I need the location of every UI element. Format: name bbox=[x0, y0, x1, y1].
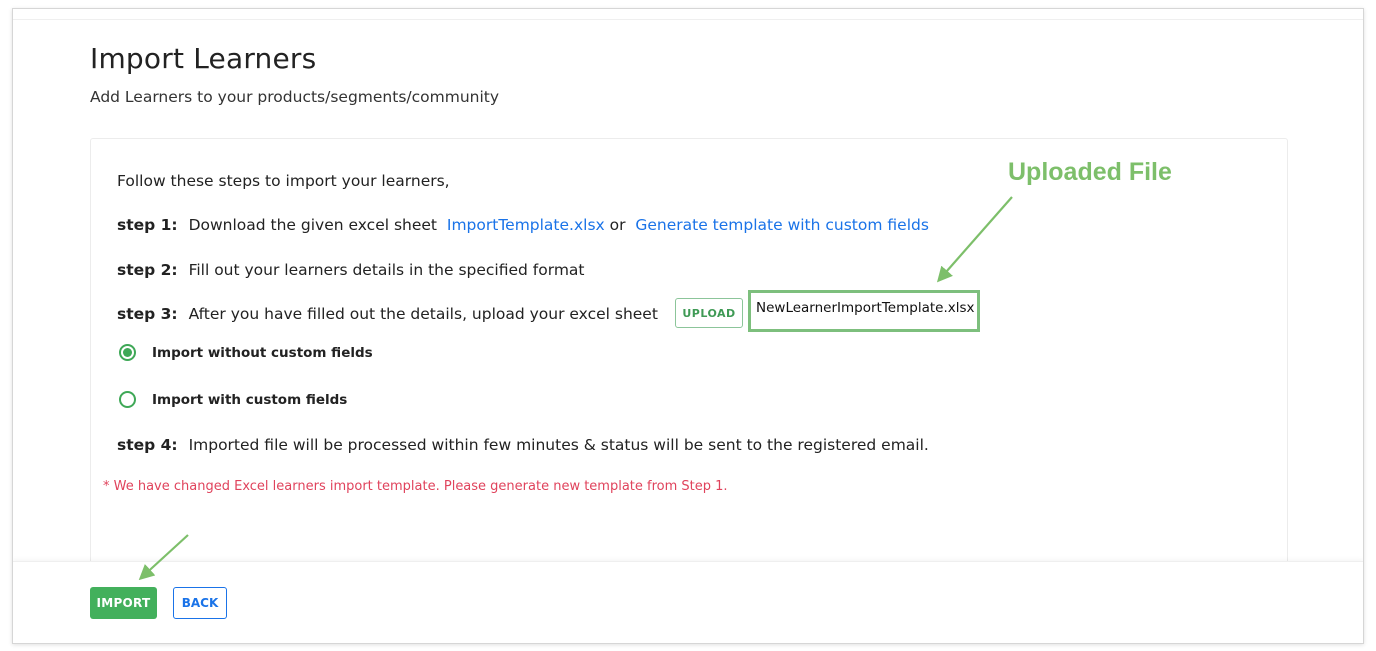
import-template-link[interactable]: ImportTemplate.xlsx bbox=[447, 216, 605, 234]
radio-label-with-custom: Import with custom fields bbox=[152, 391, 348, 408]
page-title: Import Learners bbox=[90, 42, 317, 75]
step-4: step 4: Imported file will be processed … bbox=[117, 436, 929, 454]
page-subtitle: Add Learners to your products/segments/c… bbox=[90, 88, 500, 106]
uploaded-filename-text: NewLearnerImportTemplate.xlsx bbox=[756, 300, 975, 316]
step-1-label: step 1: bbox=[117, 216, 178, 234]
radio-unselected-icon[interactable] bbox=[119, 391, 136, 408]
generate-custom-template-link[interactable]: Generate template with custom fields bbox=[635, 216, 929, 234]
uploaded-filename: NewLearnerImportTemplate.xlsx bbox=[748, 290, 980, 332]
step-3-label: step 3: bbox=[117, 305, 178, 323]
step-2: step 2: Fill out your learners details i… bbox=[117, 261, 585, 279]
upload-button[interactable]: UPLOAD bbox=[675, 298, 743, 328]
import-steps-card: Follow these steps to import your learne… bbox=[90, 138, 1288, 580]
step-3-text: After you have filled out the details, u… bbox=[188, 305, 658, 323]
radio-label-without-custom: Import without custom fields bbox=[152, 344, 373, 361]
radio-import-with-custom-fields[interactable]: Import with custom fields bbox=[119, 391, 347, 408]
back-button[interactable]: BACK bbox=[173, 587, 227, 619]
import-learners-window: Import Learners Add Learners to your pro… bbox=[12, 8, 1364, 644]
step-1: step 1: Download the given excel sheet I… bbox=[117, 216, 929, 234]
step-2-label: step 2: bbox=[117, 261, 178, 279]
step-2-text: Fill out your learners details in the sp… bbox=[188, 261, 585, 279]
top-divider bbox=[13, 19, 1363, 20]
radio-import-without-custom-fields[interactable]: Import without custom fields bbox=[119, 344, 373, 361]
action-footer: IMPORT BACK bbox=[13, 561, 1363, 643]
import-button[interactable]: IMPORT bbox=[90, 587, 157, 619]
uploaded-file-annotation-label: Uploaded File bbox=[1008, 158, 1172, 186]
template-change-notice: * We have changed Excel learners import … bbox=[103, 479, 728, 494]
step-1-text: Download the given excel sheet bbox=[188, 216, 438, 234]
step-4-text: Imported file will be processed within f… bbox=[188, 436, 929, 454]
step-1-or: or bbox=[609, 216, 626, 234]
intro-text: Follow these steps to import your learne… bbox=[117, 172, 450, 190]
step-4-label: step 4: bbox=[117, 436, 178, 454]
step-3: step 3: After you have filled out the de… bbox=[117, 305, 658, 323]
radio-selected-icon[interactable] bbox=[119, 344, 136, 361]
